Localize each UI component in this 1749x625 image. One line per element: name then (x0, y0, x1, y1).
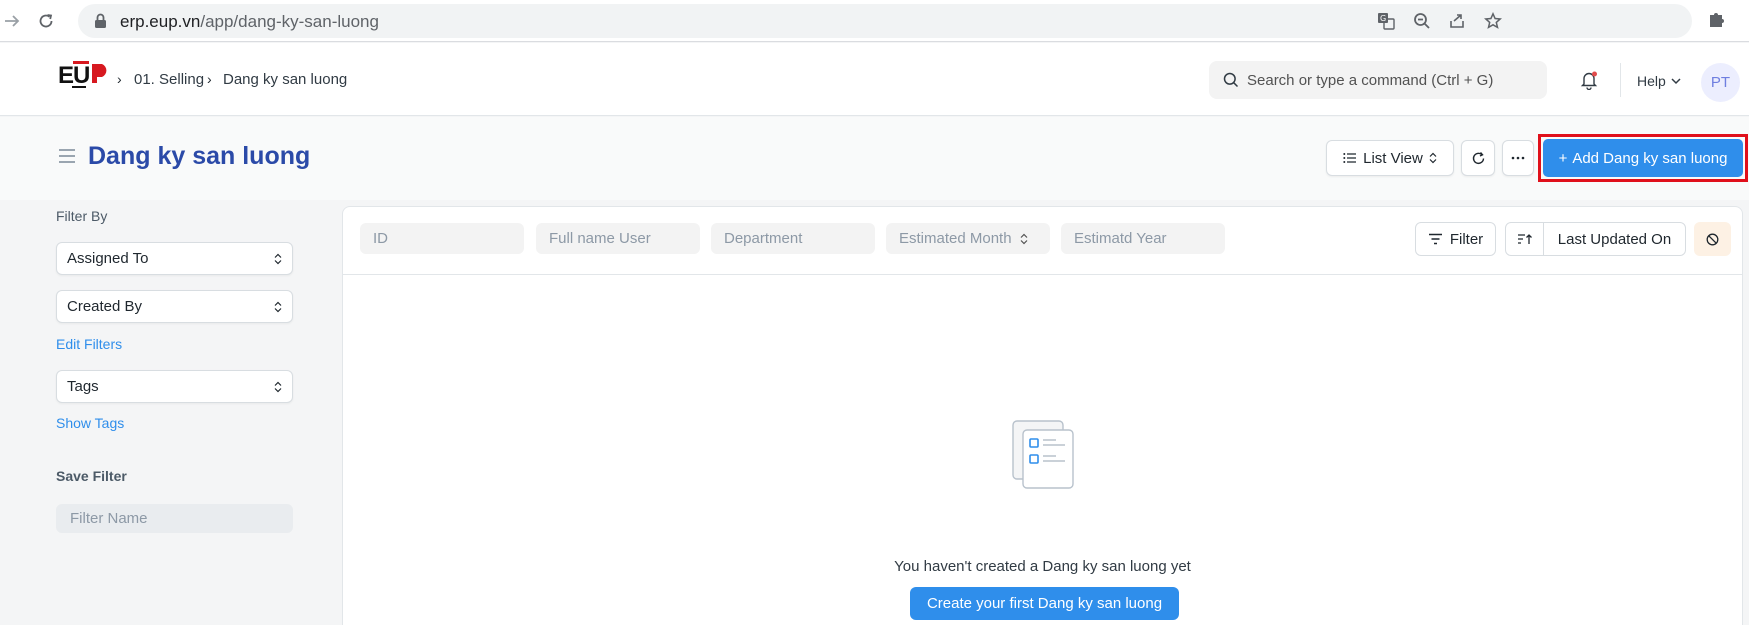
empty-list-icon (1012, 420, 1076, 495)
save-filter-label: Save Filter (56, 468, 127, 484)
estimated-month-label: Estimated Month (899, 230, 1012, 247)
select-caret-icon (1020, 233, 1027, 244)
reload-icon[interactable] (34, 9, 58, 33)
sort-ascending-icon (1517, 234, 1532, 244)
id-filter-input[interactable] (360, 223, 524, 254)
zoom-icon[interactable] (1412, 11, 1432, 31)
more-horizontal-icon (1511, 156, 1525, 160)
chevron-right-icon: › (207, 71, 212, 87)
chevron-right-icon: › (117, 71, 122, 87)
filter-name-input[interactable] (56, 504, 293, 533)
filter-by-label: Filter By (56, 208, 108, 224)
awesomebar-search (1209, 61, 1547, 99)
list-view-label: List View (1363, 149, 1423, 167)
help-label: Help (1637, 73, 1666, 89)
estimated-month-select[interactable]: Estimated Month (886, 223, 1050, 254)
filter-icon (1428, 233, 1442, 245)
list-panel: Estimated Month Filter Last Updated On (342, 206, 1743, 625)
breadcrumb-selling[interactable]: 01. Selling (134, 71, 204, 88)
list-view-selector[interactable]: List View (1326, 140, 1454, 176)
url-path: /app/dang-ky-san-luong (200, 12, 379, 31)
lock-icon (94, 13, 107, 34)
sort-selector: Last Updated On (1505, 222, 1686, 256)
sort-field-label: Last Updated On (1557, 230, 1672, 248)
navbar-divider (1620, 63, 1621, 97)
add-record-button[interactable]: + Add Dang ky san luong (1543, 139, 1743, 177)
back-arrow-icon[interactable] (0, 9, 24, 33)
search-icon (1223, 72, 1239, 93)
created-by-select[interactable]: Created By (56, 290, 293, 323)
created-by-label: Created By (67, 298, 143, 315)
list-icon (1343, 153, 1357, 163)
edit-filters-link[interactable]: Edit Filters (56, 336, 122, 352)
notification-bell-icon[interactable] (1580, 70, 1598, 95)
page-title: Dang ky san luong (88, 142, 311, 170)
help-dropdown[interactable]: Help (1637, 73, 1681, 89)
department-filter-input[interactable] (711, 223, 875, 254)
tags-select[interactable]: Tags (56, 370, 293, 403)
url-text: erp.eup.vn/app/dang-ky-san-luong (120, 12, 379, 32)
clear-filters-button[interactable] (1694, 222, 1731, 256)
select-caret-icon (274, 301, 282, 312)
browser-toolbar: erp.eup.vn/app/dang-ky-san-luong G (0, 0, 1749, 42)
assigned-to-label: Assigned To (67, 250, 149, 267)
estimated-year-filter-input[interactable] (1061, 223, 1225, 254)
translate-icon[interactable]: G (1376, 11, 1396, 31)
page-header: Dang ky san luong List View + Add Dang k… (0, 117, 1749, 200)
svg-text:G: G (1380, 14, 1386, 23)
extensions-icon[interactable] (1707, 9, 1727, 34)
refresh-icon (1472, 151, 1484, 164)
empty-state-message: You haven't created a Dang ky san luong … (894, 558, 1191, 575)
share-icon[interactable] (1447, 11, 1467, 31)
svg-text:U: U (73, 62, 90, 89)
filter-button-label: Filter (1449, 230, 1484, 248)
plus-icon: + (1558, 149, 1568, 167)
add-record-label: Add Dang ky san luong (1572, 149, 1728, 167)
user-avatar[interactable]: PT (1701, 63, 1740, 102)
filter-button[interactable]: Filter (1415, 222, 1496, 256)
breadcrumb-current[interactable]: Dang ky san luong (223, 71, 347, 88)
select-caret-icon (274, 381, 282, 392)
refresh-button[interactable] (1461, 140, 1495, 176)
address-bar[interactable]: erp.eup.vn/app/dang-ky-san-luong G (78, 4, 1692, 38)
sort-field-button[interactable]: Last Updated On (1544, 223, 1685, 255)
search-input[interactable] (1247, 61, 1537, 99)
show-tags-link[interactable]: Show Tags (56, 415, 124, 431)
url-host: erp.eup.vn (120, 12, 201, 31)
svg-text:E: E (58, 62, 74, 89)
clear-filter-icon (1706, 233, 1719, 245)
create-first-record-button[interactable]: Create your first Dang ky san luong (910, 587, 1179, 620)
more-actions-button[interactable] (1502, 140, 1534, 176)
sidebar-toggle-icon[interactable] (58, 148, 76, 169)
tags-label: Tags (67, 378, 99, 395)
chevron-down-icon (1671, 77, 1681, 84)
assigned-to-select[interactable]: Assigned To (56, 242, 293, 275)
select-caret-icon (1429, 152, 1437, 164)
eup-logo[interactable]: E U (58, 61, 112, 91)
app-navbar: E U › 01. Selling › Dang ky san luong He… (0, 43, 1749, 116)
select-caret-icon (274, 253, 282, 264)
full-name-filter-input[interactable] (536, 223, 700, 254)
sort-order-button[interactable] (1506, 223, 1544, 255)
standard-filter-row: Estimated Month Filter Last Updated On (343, 207, 1742, 275)
star-icon[interactable] (1483, 11, 1503, 31)
